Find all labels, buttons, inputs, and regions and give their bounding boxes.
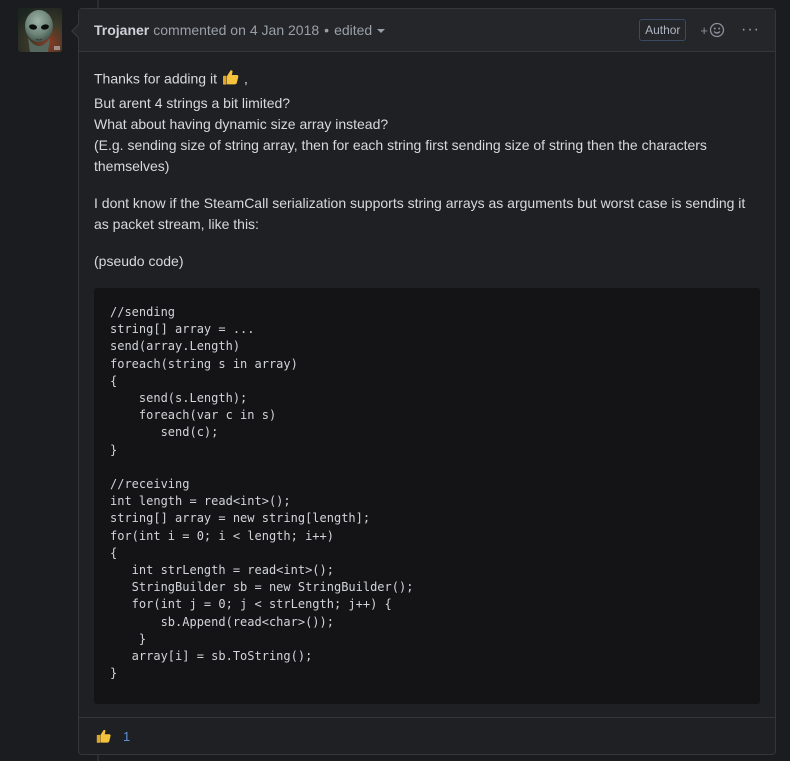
smiley-icon (709, 22, 725, 38)
body-line-2: But arent 4 strings a bit limited? (94, 95, 291, 111)
avatar[interactable] (18, 8, 62, 52)
reaction-thumbs-up-button[interactable]: 1 (95, 727, 130, 745)
edited-label: edited (334, 22, 373, 38)
kebab-menu-icon[interactable]: ··· (741, 21, 760, 39)
body-paragraph-3: (pseudo code) (94, 253, 184, 269)
comment-body: Thanks for adding it , But arent 4 strin… (79, 52, 775, 704)
body-line-4: (E.g. sending size of string array, then… (94, 137, 707, 174)
author-badge: Author (639, 19, 687, 41)
comment-header: Trojaner commented on 4 Jan 2018 • edite… (79, 9, 775, 52)
edited-dropdown[interactable]: edited (334, 22, 386, 38)
body-paragraph-2: I dont know if the SteamCall serializati… (94, 195, 746, 232)
reaction-count: 1 (123, 728, 131, 744)
comment-action: commented on (153, 22, 246, 38)
avatar-image (18, 8, 62, 52)
header-actions: Author + ··· (639, 19, 760, 41)
body-line-3: What about having dynamic size array ins… (94, 116, 389, 132)
page: Trojaner commented on 4 Jan 2018 • edite… (0, 0, 790, 761)
body-line-1: Thanks for adding it , (94, 67, 760, 93)
comment-box: Trojaner commented on 4 Jan 2018 • edite… (71, 8, 776, 755)
thumbs-up-icon (221, 67, 241, 93)
body-line-1-comma: , (243, 70, 248, 87)
author-link[interactable]: Trojaner (94, 22, 149, 38)
plus-icon: + (700, 22, 709, 38)
add-reaction-button[interactable]: + (700, 22, 725, 38)
code-block: //sending string[] array = ... send(arra… (94, 288, 760, 704)
header-separator: • (324, 22, 330, 38)
chevron-down-icon (377, 29, 386, 33)
comment-date-link[interactable]: 4 Jan 2018 (250, 22, 319, 38)
reactions-bar: 1 (79, 717, 775, 754)
thumbs-up-icon (96, 729, 111, 743)
body-line-1-text: Thanks for adding it (94, 70, 217, 87)
